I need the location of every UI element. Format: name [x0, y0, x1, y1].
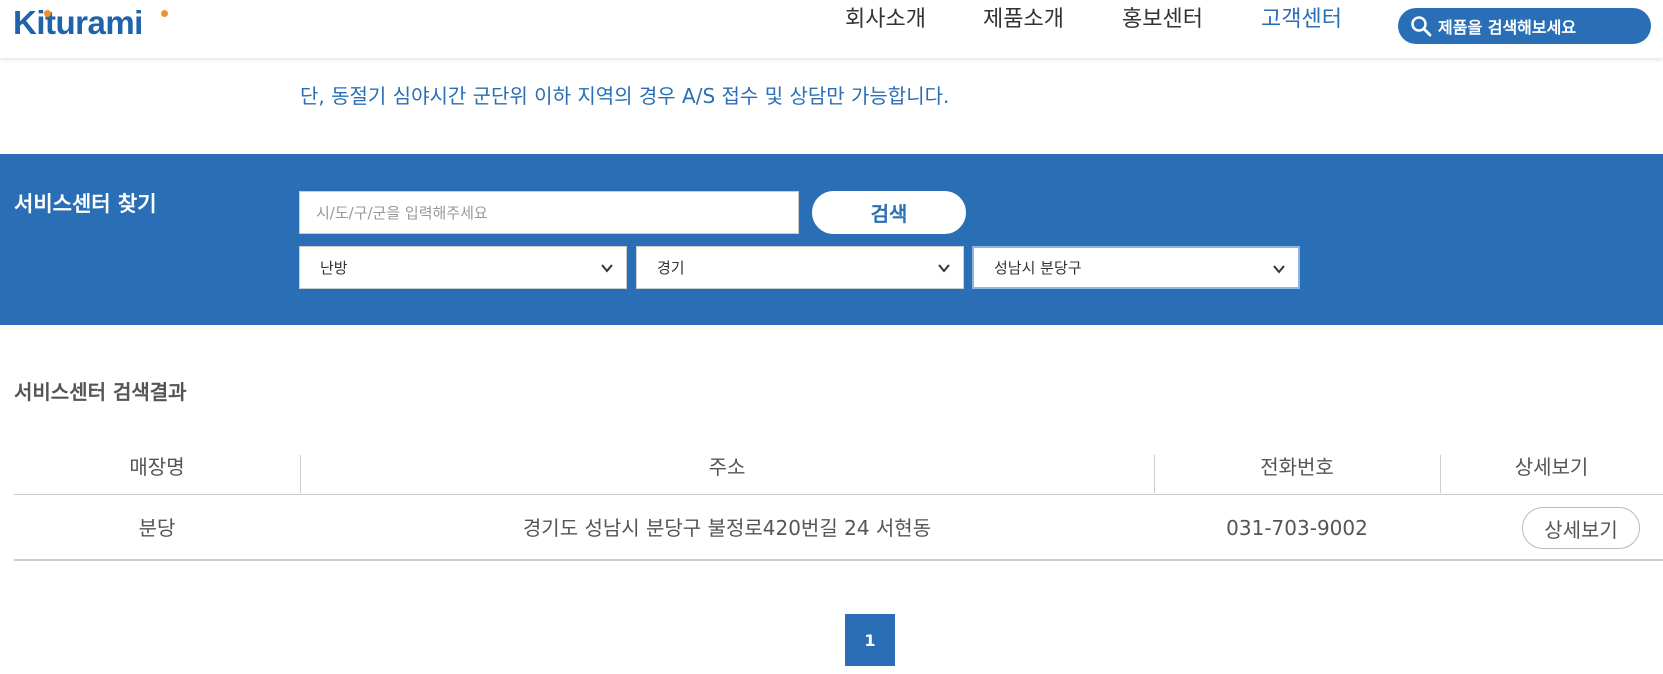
column-header-detail: 상세보기 — [1514, 455, 1589, 479]
chevron-down-icon — [938, 264, 950, 273]
logo-dot-icon — [161, 10, 168, 17]
search-button[interactable]: 검색 — [812, 191, 966, 234]
category-select[interactable]: 난방 — [299, 246, 627, 289]
nav-pr-center[interactable]: 홍보센터 — [1122, 0, 1203, 40]
chevron-down-icon — [1273, 265, 1285, 274]
cell-address: 경기도 성남시 분당구 불정로420번길 24 서현동 — [522, 516, 932, 540]
category-select-value: 난방 — [320, 259, 348, 277]
results-title: 서비스센터 검색결과 — [14, 380, 187, 404]
table-row: 분당 경기도 성남시 분당구 불정로420번길 24 서현동 031-703-9… — [14, 495, 1663, 561]
cell-store-name: 분당 — [138, 516, 176, 540]
column-header-address: 주소 — [708, 455, 746, 479]
as-notice-text: 단, 동절기 심야시간 군단위 이하 지역의 경우 A/S 접수 및 상담만 가… — [300, 84, 950, 108]
table-header: 매장명 주소 전화번호 상세보기 — [14, 447, 1663, 495]
logo-text: Kiturami — [13, 4, 143, 41]
nav-products[interactable]: 제품소개 — [983, 0, 1064, 40]
site-header: Kiturami 회사소개 제품소개 홍보센터 고객센터 제품을 검색해보세요 — [0, 0, 1663, 58]
column-header-store-name: 매장명 — [129, 455, 185, 479]
cell-phone: 031-703-9002 — [1226, 516, 1368, 540]
search-icon — [1411, 16, 1432, 37]
product-search-button[interactable]: 제품을 검색해보세요 — [1398, 8, 1651, 44]
kiturami-logo[interactable]: Kiturami — [13, 4, 168, 42]
district-select[interactable]: 성남시 분당구 — [972, 246, 1300, 289]
finder-title: 서비스센터 찾기 — [14, 192, 157, 216]
region-search-input[interactable] — [299, 191, 799, 234]
pagination-page-1[interactable]: 1 — [845, 614, 895, 666]
province-select-value: 경기 — [657, 259, 685, 277]
logo-dot-icon — [44, 10, 51, 17]
service-center-finder: 서비스센터 찾기 검색 난방 경기 성남시 분당구 — [0, 154, 1663, 325]
province-select[interactable]: 경기 — [636, 246, 964, 289]
chevron-down-icon — [601, 264, 613, 273]
column-header-phone: 전화번호 — [1260, 455, 1334, 479]
detail-view-button[interactable]: 상세보기 — [1522, 507, 1640, 549]
nav-company[interactable]: 회사소개 — [845, 0, 926, 40]
nav-customer-center[interactable]: 고객센터 — [1261, 0, 1342, 40]
product-search-label: 제품을 검색해보세요 — [1438, 18, 1577, 37]
district-select-value: 성남시 분당구 — [994, 259, 1082, 277]
